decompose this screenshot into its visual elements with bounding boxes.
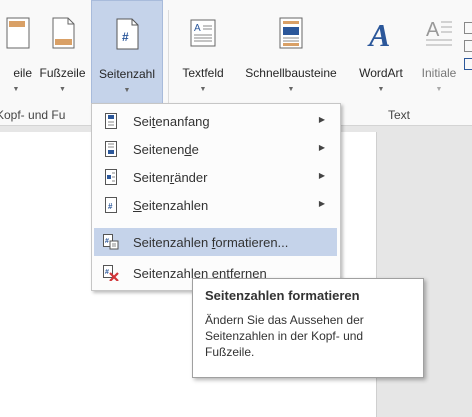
textbox-icon: A — [188, 16, 218, 53]
drop-cap-icon: A — [424, 16, 454, 53]
quick-parts-button[interactable]: Schnellbausteine ▼ — [233, 0, 349, 100]
menu-item-page-margins[interactable]: Seitenränder ▶ — [94, 163, 337, 191]
drop-cap-dropdown-arrow-icon: ▼ — [435, 86, 443, 93]
header-icon — [1, 16, 31, 53]
format-page-numbers-icon: # — [103, 234, 119, 250]
partial-icon — [464, 22, 472, 34]
page-number-label: Seitenzahl — [98, 67, 156, 81]
submenu-arrow-icon: ▶ — [318, 199, 325, 208]
partial-icon — [464, 40, 472, 52]
wordart-label: WordArt — [359, 66, 403, 80]
menu-item-bottom-of-page[interactable]: Seitenende ▶ — [94, 135, 337, 163]
svg-text:#: # — [105, 269, 109, 276]
submenu-arrow-icon: ▶ — [318, 115, 325, 124]
partial-icon — [464, 58, 472, 70]
textbox-button[interactable]: A Textfeld ▼ — [174, 0, 232, 100]
footer-button[interactable]: Fußzeile ▼ — [34, 0, 91, 100]
svg-text:#: # — [122, 30, 129, 44]
wordart-dropdown-arrow-icon: ▼ — [377, 86, 385, 93]
header-footer-group-label: Kopf- und Fu — [0, 108, 66, 122]
header-dropdown-arrow-icon: ▼ — [12, 86, 20, 93]
header-button[interactable]: eile ▼ — [0, 0, 34, 100]
menu-item-format-page-numbers[interactable]: # Seitenzahlen formatieren... — [94, 228, 337, 256]
svg-text:#: # — [105, 238, 109, 245]
quick-parts-label: Schnellbausteine — [245, 66, 337, 80]
text-group-label: Text — [388, 108, 411, 122]
page-margins-icon — [103, 169, 119, 185]
quick-parts-dropdown-arrow-icon: ▼ — [287, 86, 295, 93]
footer-icon — [48, 16, 78, 53]
wordart-button[interactable]: A WordArt ▼ — [350, 0, 412, 100]
remove-page-numbers-icon: # — [103, 265, 119, 282]
menu-item-label: Seitenzahlen formatieren... — [133, 235, 289, 250]
menu-item-current-position[interactable]: # Seitenzahlen ▶ — [94, 191, 337, 219]
menu-item-label: Seitenanfang — [133, 114, 210, 129]
drop-cap-button[interactable]: A Initiale ▼ — [414, 0, 464, 100]
page-number-menu: Seitenanfang ▶ Seitenende ▶ Seitenränder… — [91, 103, 341, 291]
submenu-arrow-icon: ▶ — [318, 171, 325, 180]
svg-text:A: A — [367, 17, 390, 50]
partial-ribbon-icons — [464, 22, 472, 92]
menu-item-top-of-page[interactable]: Seitenanfang ▶ — [94, 107, 337, 135]
menu-item-label: Seitenränder — [133, 170, 208, 185]
submenu-arrow-icon: ▶ — [318, 143, 325, 152]
footer-label: Fußzeile — [39, 66, 86, 80]
page-number-button[interactable]: # Seitenzahl ▼ — [91, 0, 163, 104]
svg-text:#: # — [108, 202, 113, 211]
header-label: eile — [13, 66, 32, 80]
drop-cap-label: Initiale — [421, 66, 457, 80]
menu-item-label: Seitenzahlen — [133, 198, 209, 213]
page-number-icon: # — [112, 17, 142, 54]
svg-text:A: A — [426, 19, 440, 41]
footer-dropdown-arrow-icon: ▼ — [59, 86, 66, 93]
tooltip-title: Seitenzahlen formatieren — [205, 288, 360, 303]
current-position-icon: # — [103, 197, 119, 213]
format-page-numbers-tooltip: Seitenzahlen formatieren Ändern Sie das … — [192, 278, 424, 378]
textbox-label: Textfeld — [182, 66, 224, 80]
page-bottom-icon — [103, 141, 119, 157]
quick-parts-icon — [276, 16, 306, 53]
textbox-dropdown-arrow-icon: ▼ — [199, 86, 207, 93]
svg-text:A: A — [194, 23, 201, 34]
tooltip-description: Ändern Sie das Aussehen der Seitenzahlen… — [205, 313, 364, 359]
wordart-icon: A — [366, 16, 396, 53]
page-number-dropdown-arrow-icon: ▼ — [123, 87, 131, 94]
page-top-icon — [103, 113, 119, 129]
menu-item-label: Seitenende — [133, 142, 199, 157]
